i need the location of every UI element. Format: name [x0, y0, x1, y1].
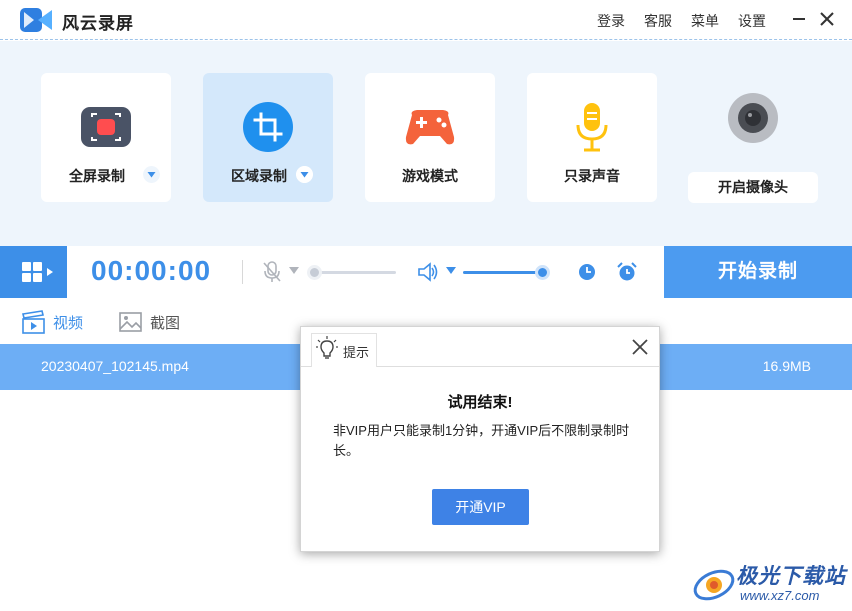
divider	[242, 260, 243, 284]
dialog-close-icon[interactable]	[631, 338, 649, 356]
close-icon[interactable]	[816, 8, 838, 30]
mode-label: 游戏模式	[402, 168, 458, 184]
speaker-volume-knob[interactable]	[535, 265, 550, 280]
timer-clock-icon[interactable]	[578, 263, 596, 281]
mic-volume-slider[interactable]	[314, 271, 396, 274]
mode-fullscreen-record[interactable]: 全屏录制	[41, 73, 171, 202]
activate-vip-button[interactable]: 开通VIP	[432, 489, 529, 525]
camera-section: 开启摄像头	[688, 93, 818, 205]
video-clapper-icon	[22, 310, 45, 334]
webcam-icon	[728, 93, 778, 143]
mic-volume-knob[interactable]	[307, 265, 322, 280]
speaker-dropdown-icon[interactable]	[446, 267, 456, 275]
record-timer: 00:00:00	[91, 255, 212, 286]
control-bar: 00:00:00 开始录制	[0, 246, 852, 298]
open-camera-button[interactable]: 开启摄像头	[688, 172, 818, 203]
grid-layout-icon	[22, 262, 53, 282]
speaker-volume-slider[interactable]	[463, 271, 543, 274]
title-bar: 风云录屏 登录 客服 菜单 设置	[0, 0, 852, 40]
start-recording-button[interactable]: 开始录制	[664, 246, 852, 298]
microphone-muted-icon[interactable]	[262, 261, 282, 283]
gamepad-icon	[405, 110, 455, 145]
tab-screenshot[interactable]: 截图	[118, 309, 190, 335]
tab-label: 截图	[150, 315, 181, 332]
dialog-heading: 试用结束!	[447, 394, 513, 411]
minimize-icon[interactable]	[788, 8, 810, 30]
tab-label: 视频	[53, 315, 84, 332]
speaker-icon[interactable]	[417, 261, 439, 283]
alarm-clock-icon[interactable]	[617, 262, 637, 282]
site-watermark: 极光下载站 www.xz7.com	[692, 557, 852, 611]
dialog-message: 非VIP用户只能录制1分钟，开通VIP后不限制录制时长。	[333, 423, 630, 458]
dialog-header: 提示	[301, 327, 659, 367]
mode-game[interactable]: 游戏模式	[365, 73, 495, 202]
fullscreen-record-icon	[81, 107, 131, 147]
mode-label: 只录声音	[564, 168, 620, 184]
mode-area-record[interactable]: 区域录制	[203, 73, 333, 202]
login-link[interactable]: 登录	[597, 11, 625, 31]
top-links: 登录 客服 菜单 设置	[597, 11, 766, 31]
app-logo-icon	[20, 8, 52, 32]
trial-ended-dialog: 提示 试用结束! 非VIP用户只能录制1分钟，开通VIP后不限制录制时长。 开通…	[300, 326, 660, 552]
file-name: 20230407_102145.mp4	[41, 358, 189, 374]
settings-link[interactable]: 设置	[738, 11, 766, 31]
watermark-url: www.xz7.com	[740, 588, 820, 603]
file-size: 16.9MB	[762, 358, 811, 374]
app-title: 风云录屏	[62, 14, 134, 33]
lightbulb-icon	[316, 336, 338, 359]
watermark-logo-icon	[693, 569, 735, 601]
dialog-title: 提示	[343, 345, 370, 360]
mode-label: 区域录制	[231, 168, 287, 184]
image-icon	[119, 312, 142, 332]
area-crop-icon	[243, 102, 293, 152]
layout-toggle-button[interactable]	[0, 246, 67, 298]
microphone-icon	[576, 103, 608, 152]
watermark-text: 极光下载站	[736, 565, 846, 588]
support-link[interactable]: 客服	[644, 11, 672, 31]
dropdown-arrow-icon[interactable]	[143, 166, 160, 183]
dropdown-arrow-icon[interactable]	[296, 166, 313, 183]
mode-panel: 全屏录制 区域录制 游戏模式 只录声音 开启摄像头	[0, 41, 852, 246]
mic-dropdown-icon[interactable]	[289, 267, 299, 275]
menu-link[interactable]: 菜单	[691, 11, 719, 31]
mode-audio-only[interactable]: 只录声音	[527, 73, 657, 202]
tab-video[interactable]: 视频	[21, 309, 93, 335]
